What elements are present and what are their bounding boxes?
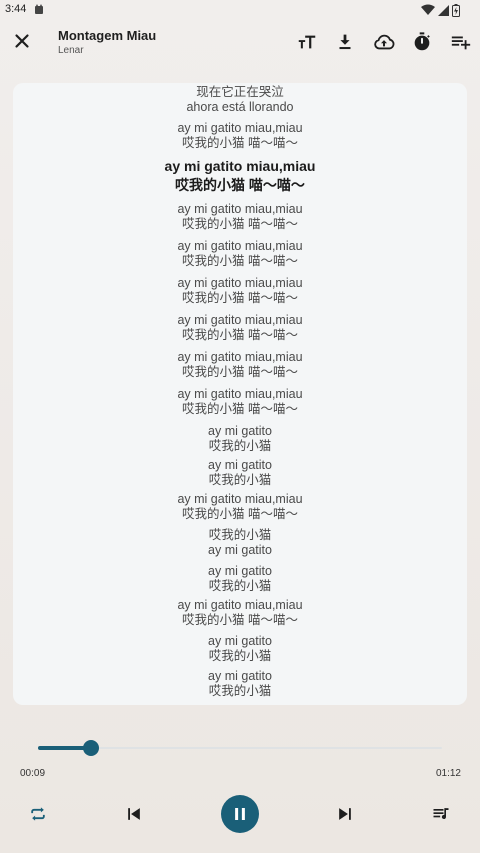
- signal-icon: [438, 4, 449, 16]
- lyric-line-current[interactable]: ay mi gatito miau,miau 哎我的小猫 喵～喵～: [13, 157, 467, 195]
- lyric-text: 哎我的小猫: [208, 684, 272, 698]
- lyric-line[interactable]: ay mi gatito miau,miau 哎我的小猫 喵～喵～: [13, 313, 467, 343]
- lyric-text: ay mi gatito: [208, 634, 272, 648]
- lyric-line[interactable]: ay mi gatito miau,miau 哎我的小猫 喵～喵～: [13, 598, 467, 628]
- timer-icon[interactable]: [411, 31, 433, 53]
- lyric-text: 哎我的小猫 喵～喵～: [182, 254, 298, 268]
- lyric-text: ay mi gatito miau,miau: [177, 598, 303, 612]
- lyric-line[interactable]: ay mi gatito miau,miau 哎我的小猫 喵～喵～: [13, 239, 467, 269]
- player-header: Montagem Miau Lenar: [0, 20, 480, 70]
- lyric-text: 哎我的小猫: [208, 439, 272, 453]
- progress-track: [38, 747, 442, 749]
- song-artist: Lenar: [58, 45, 84, 56]
- text-size-icon[interactable]: [296, 31, 318, 53]
- lyric-line[interactable]: ay mi gatito 哎我的小猫: [13, 564, 467, 594]
- play-pause-button[interactable]: [221, 795, 259, 833]
- wifi-icon: [421, 4, 435, 15]
- lyric-text: ay mi gatito miau,miau: [177, 492, 303, 506]
- status-bar: 3:44: [0, 0, 480, 20]
- download-icon[interactable]: [334, 31, 356, 53]
- lyric-line[interactable]: ay mi gatito 哎我的小猫: [13, 669, 467, 699]
- lyric-text: ay mi gatito: [208, 543, 272, 557]
- lyric-line[interactable]: 哎我的小猫 ay mi gatito: [13, 528, 467, 558]
- lyric-text: 哎我的小猫 喵～喵～: [182, 507, 298, 521]
- lyric-text: ay mi gatito: [208, 458, 272, 472]
- battery-icon: [452, 3, 460, 17]
- lyric-line[interactable]: ay mi gatito miau,miau 哎我的小猫 喵～喵～: [13, 387, 467, 417]
- lyric-text: 哎我的小猫: [208, 473, 272, 487]
- lyric-text: 哎我的小猫 喵～喵～: [175, 177, 305, 193]
- lyric-text: ay mi gatito miau,miau: [164, 158, 316, 174]
- lyric-text: ay mi gatito miau,miau: [177, 313, 303, 327]
- lyric-text: 哎我的小猫 喵～喵～: [182, 613, 298, 627]
- elapsed-time: 00:09: [20, 768, 46, 779]
- lyric-line[interactable]: ay mi gatito miau,miau 哎我的小猫 喵～喵～: [13, 276, 467, 306]
- lyric-text: ay mi gatito miau,miau: [177, 350, 303, 364]
- lyric-text: ahora está llorando: [186, 100, 294, 114]
- queue-icon[interactable]: [431, 804, 451, 824]
- app-notification-icon: [35, 4, 43, 14]
- lyric-line[interactable]: ay mi gatito 哎我的小猫: [13, 458, 467, 488]
- lyric-text: 哎我的小猫 喵～喵～: [182, 402, 298, 416]
- pause-icon: [235, 808, 245, 820]
- lyric-line[interactable]: ay mi gatito 哎我的小猫: [13, 634, 467, 664]
- lyrics-panel[interactable]: 现在它正在哭泣 ahora está llorando ay mi gatito m…: [13, 83, 467, 705]
- lyric-text: 哎我的小猫 喵～喵～: [182, 136, 298, 150]
- lyric-text: ay mi gatito miau,miau: [177, 387, 303, 401]
- lyric-line[interactable]: ay mi gatito miau,miau 哎我的小猫 喵～喵～: [13, 350, 467, 380]
- skip-previous-icon[interactable]: [124, 804, 144, 824]
- status-time: 3:44: [5, 3, 27, 15]
- lyric-text: 哎我的小猫: [208, 579, 272, 593]
- lyric-line[interactable]: ay mi gatito miau,miau 哎我的小猫 喵～喵～: [13, 121, 467, 151]
- lyric-text: 哎我的小猫 喵～喵～: [182, 328, 298, 342]
- lyric-text: 哎我的小猫 喵～喵～: [182, 291, 298, 305]
- lyric-text: 哎我的小猫: [208, 649, 272, 663]
- status-icons: [421, 3, 460, 17]
- lyric-text: ay mi gatito miau,miau: [177, 239, 303, 253]
- song-title: Montagem Miau: [58, 28, 157, 43]
- lyric-line[interactable]: ay mi gatito miau,miau 哎我的小猫 喵～喵～: [13, 492, 467, 522]
- lyric-text: ay mi gatito: [208, 669, 272, 683]
- cloud-upload-icon[interactable]: [373, 31, 395, 53]
- progress-slider[interactable]: [38, 740, 442, 756]
- lyric-text: ay mi gatito miau,miau: [177, 121, 303, 135]
- lyric-text: ay mi gatito: [208, 424, 272, 438]
- progress-thumb[interactable]: [82, 740, 99, 756]
- lyric-line[interactable]: ay mi gatito 哎我的小猫: [13, 424, 467, 454]
- lyric-line[interactable]: ay mi gatito miau,miau 哎我的小猫 喵～喵～: [13, 202, 467, 232]
- lyric-text: 哎我的小猫 喵～喵～: [182, 365, 298, 379]
- lyric-line[interactable]: 现在它正在哭泣 ahora está llorando: [13, 85, 467, 115]
- lyric-text: 哎我的小猫 喵～喵～: [182, 217, 298, 231]
- playback-controls: [0, 793, 480, 837]
- repeat-icon[interactable]: [28, 804, 48, 824]
- close-icon[interactable]: [10, 29, 34, 53]
- lyric-text: 现在它正在哭泣: [196, 85, 284, 99]
- lyric-text: ay mi gatito: [208, 564, 272, 578]
- total-time: 01:12: [435, 768, 461, 779]
- lyric-text: 哎我的小猫: [208, 528, 272, 542]
- playlist-add-icon[interactable]: [450, 31, 472, 53]
- lyric-text: ay mi gatito miau,miau: [177, 202, 303, 216]
- lyric-text: ay mi gatito miau,miau: [177, 276, 303, 290]
- skip-next-icon[interactable]: [335, 804, 355, 824]
